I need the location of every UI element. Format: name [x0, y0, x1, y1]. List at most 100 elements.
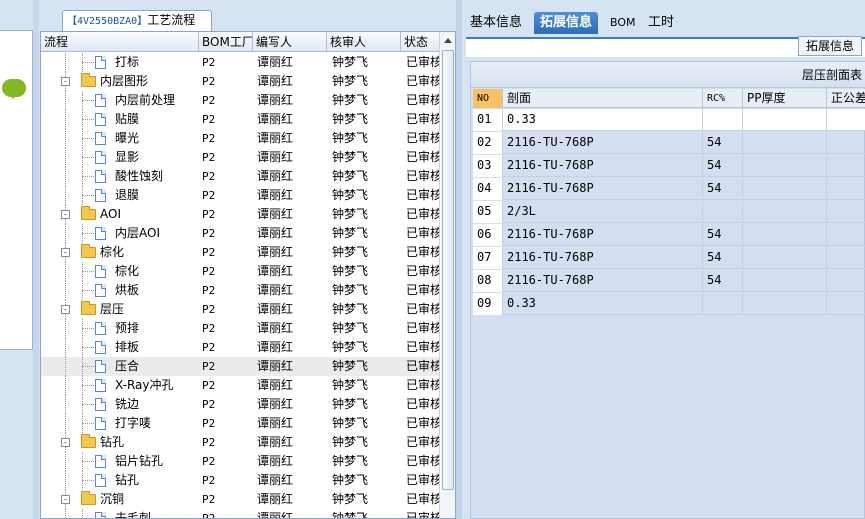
- tree-row[interactable]: 压合 P2 谭丽红 钟梦飞 已审核: [41, 357, 439, 376]
- grid-row[interactable]: 09 0.33: [473, 293, 865, 315]
- tree-row[interactable]: 打字唛 P2 谭丽红 钟梦飞 已审核: [41, 414, 439, 433]
- pp-thickness-cell[interactable]: [743, 155, 827, 177]
- rc-cell[interactable]: 54: [703, 247, 743, 269]
- no-cell[interactable]: 03: [473, 155, 503, 177]
- pp-thickness-cell[interactable]: [743, 178, 827, 200]
- section-cell[interactable]: 2116-TU-768P: [503, 270, 703, 292]
- plus-tolerance-cell[interactable]: [827, 109, 865, 131]
- col-header-no[interactable]: NO: [473, 89, 503, 108]
- section-cell[interactable]: 2116-TU-768P: [503, 178, 703, 200]
- collapse-toggle-icon[interactable]: -: [61, 438, 70, 447]
- plus-tolerance-cell[interactable]: [827, 293, 865, 315]
- col-header-process[interactable]: 流程: [41, 32, 199, 52]
- chat-bubble-icon[interactable]: [2, 79, 26, 99]
- tree-row[interactable]: 显影 P2 谭丽红 钟梦飞 已审核: [41, 148, 439, 167]
- plus-tolerance-cell[interactable]: [827, 155, 865, 177]
- tree-row[interactable]: 铝片钻孔 P2 谭丽红 钟梦飞 已审核: [41, 452, 439, 471]
- tree-row[interactable]: 内层前处理 P2 谭丽红 钟梦飞 已审核: [41, 91, 439, 110]
- section-cell[interactable]: 2116-TU-768P: [503, 224, 703, 246]
- no-cell[interactable]: 01: [473, 109, 503, 131]
- pp-thickness-cell[interactable]: [743, 109, 827, 131]
- collapse-toggle-icon[interactable]: -: [61, 77, 70, 86]
- tree-row[interactable]: 钻孔 P2 谭丽红 钟梦飞 已审核: [41, 471, 439, 490]
- tree-row[interactable]: 去毛刺 P2 谭丽红 钟梦飞 已审核: [41, 509, 439, 518]
- no-cell[interactable]: 08: [473, 270, 503, 292]
- tree-row[interactable]: 退膜 P2 谭丽红 钟梦飞 已审核: [41, 186, 439, 205]
- grid-row[interactable]: 03 2116-TU-768P 54: [473, 155, 865, 177]
- plus-tolerance-cell[interactable]: [827, 224, 865, 246]
- tree-row[interactable]: - 内层图形 P2 谭丽红 钟梦飞 已审核: [41, 72, 439, 91]
- pp-thickness-cell[interactable]: [743, 224, 827, 246]
- tree-row[interactable]: 铣边 P2 谭丽红 钟梦飞 已审核: [41, 395, 439, 414]
- tree-row[interactable]: 贴膜 P2 谭丽红 钟梦飞 已审核: [41, 110, 439, 129]
- tree-vertical-scrollbar[interactable]: [439, 32, 455, 518]
- tree-row[interactable]: 排板 P2 谭丽红 钟梦飞 已审核: [41, 338, 439, 357]
- tab-bom[interactable]: BOM: [604, 12, 642, 34]
- pp-thickness-cell[interactable]: [743, 201, 827, 223]
- tree-row[interactable]: 预排 P2 谭丽红 钟梦飞 已审核: [41, 319, 439, 338]
- tree-row[interactable]: 棕化 P2 谭丽红 钟梦飞 已审核: [41, 262, 439, 281]
- col-header-status[interactable]: 状态: [401, 32, 439, 52]
- tree-row[interactable]: - 棕化 P2 谭丽红 钟梦飞 已审核: [41, 243, 439, 262]
- collapse-toggle-icon[interactable]: -: [61, 210, 70, 219]
- center-splitter[interactable]: [456, 0, 462, 519]
- plus-tolerance-cell[interactable]: [827, 201, 865, 223]
- rc-cell[interactable]: [703, 201, 743, 223]
- tree-row[interactable]: 内层AOI P2 谭丽红 钟梦飞 已审核: [41, 224, 439, 243]
- rc-cell[interactable]: [703, 293, 743, 315]
- tab-work-hours[interactable]: 工时: [642, 12, 680, 34]
- plus-tolerance-cell[interactable]: [827, 132, 865, 154]
- tree-row[interactable]: - 层压 P2 谭丽红 钟梦飞 已审核: [41, 300, 439, 319]
- tree-row[interactable]: 打标 P2 谭丽红 钟梦飞 已审核: [41, 53, 439, 72]
- plus-tolerance-cell[interactable]: [827, 270, 865, 292]
- collapse-toggle-icon[interactable]: -: [61, 248, 70, 257]
- grid-row[interactable]: 01 0.33: [473, 109, 865, 131]
- grid-row[interactable]: 04 2116-TU-768P 54: [473, 178, 865, 200]
- subtab-extended-info[interactable]: 拓展信息: [798, 36, 862, 56]
- col-header-writer[interactable]: 编写人: [253, 32, 327, 52]
- plus-tolerance-cell[interactable]: [827, 247, 865, 269]
- pp-thickness-cell[interactable]: [743, 247, 827, 269]
- no-cell[interactable]: 05: [473, 201, 503, 223]
- col-header-plus-tolerance[interactable]: 正公差: [827, 89, 865, 108]
- section-cell[interactable]: 0.33: [503, 109, 703, 131]
- tree-row[interactable]: - 沉铜 P2 谭丽红 钟梦飞 已审核: [41, 490, 439, 509]
- tree-row[interactable]: 酸性蚀刻 P2 谭丽红 钟梦飞 已审核: [41, 167, 439, 186]
- collapse-toggle-icon[interactable]: -: [61, 495, 70, 504]
- tree-row[interactable]: 曝光 P2 谭丽红 钟梦飞 已审核: [41, 129, 439, 148]
- plus-tolerance-cell[interactable]: [827, 178, 865, 200]
- col-header-bom[interactable]: BOM工厂: [199, 32, 253, 52]
- no-cell[interactable]: 06: [473, 224, 503, 246]
- tab-process-flow[interactable]: 【4V2550BZA0】工艺流程: [62, 10, 212, 31]
- grid-row[interactable]: 07 2116-TU-768P 54: [473, 247, 865, 269]
- tree-row[interactable]: X-Ray冲孔 P2 谭丽红 钟梦飞 已审核: [41, 376, 439, 395]
- no-cell[interactable]: 09: [473, 293, 503, 315]
- no-cell[interactable]: 04: [473, 178, 503, 200]
- col-header-rc[interactable]: RC%: [703, 89, 743, 108]
- grid-row[interactable]: 05 2/3L: [473, 201, 865, 223]
- tree-row[interactable]: 烘板 P2 谭丽红 钟梦飞 已审核: [41, 281, 439, 300]
- rc-cell[interactable]: 54: [703, 178, 743, 200]
- grid-row[interactable]: 06 2116-TU-768P 54: [473, 224, 865, 246]
- grid-row[interactable]: 08 2116-TU-768P 54: [473, 270, 865, 292]
- col-header-section[interactable]: 剖面: [503, 89, 703, 108]
- scroll-thumb[interactable]: [442, 50, 454, 490]
- no-cell[interactable]: 02: [473, 132, 503, 154]
- section-cell[interactable]: 0.33: [503, 293, 703, 315]
- section-cell[interactable]: 2116-TU-768P: [503, 155, 703, 177]
- tab-basic-info[interactable]: 基本信息: [464, 12, 528, 34]
- left-splitter[interactable]: [33, 0, 39, 519]
- pp-thickness-cell[interactable]: [743, 270, 827, 292]
- section-cell[interactable]: 2/3L: [503, 201, 703, 223]
- scroll-up-arrow-icon[interactable]: [440, 34, 455, 48]
- rc-cell[interactable]: 54: [703, 270, 743, 292]
- pp-thickness-cell[interactable]: [743, 293, 827, 315]
- tree-row[interactable]: - AOI P2 谭丽红 钟梦飞 已审核: [41, 205, 439, 224]
- no-cell[interactable]: 07: [473, 247, 503, 269]
- collapse-toggle-icon[interactable]: -: [61, 305, 70, 314]
- rc-cell[interactable]: 54: [703, 155, 743, 177]
- rc-cell[interactable]: [703, 109, 743, 131]
- section-cell[interactable]: 2116-TU-768P: [503, 132, 703, 154]
- tree-row[interactable]: - 钻孔 P2 谭丽红 钟梦飞 已审核: [41, 433, 439, 452]
- pp-thickness-cell[interactable]: [743, 132, 827, 154]
